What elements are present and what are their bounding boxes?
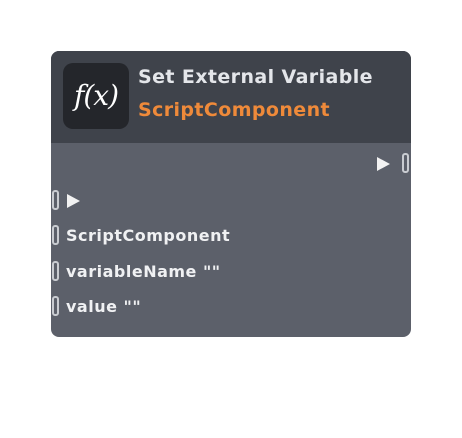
node-title: Set External Variable [138,66,373,88]
script-component-label: ScriptComponent [66,226,231,245]
node-subtitle: ScriptComponent [138,99,330,121]
value-label: value "" [66,297,142,316]
function-icon: f(x) [63,63,129,129]
value-pin[interactable] [52,296,59,316]
variable-name-pin[interactable] [52,261,59,281]
script-component-pin[interactable] [52,225,59,245]
node-header[interactable]: f(x) Set External Variable ScriptCompone… [51,51,411,143]
exec-out-arrow-icon [377,157,390,171]
function-icon-label: f(x) [73,79,119,112]
exec-in-pin[interactable] [52,190,59,210]
set-external-variable-node[interactable]: f(x) Set External Variable ScriptCompone… [51,51,411,337]
exec-out-pin[interactable] [402,153,409,173]
exec-in-arrow-icon [67,194,80,208]
variable-name-label: variableName "" [66,262,221,281]
